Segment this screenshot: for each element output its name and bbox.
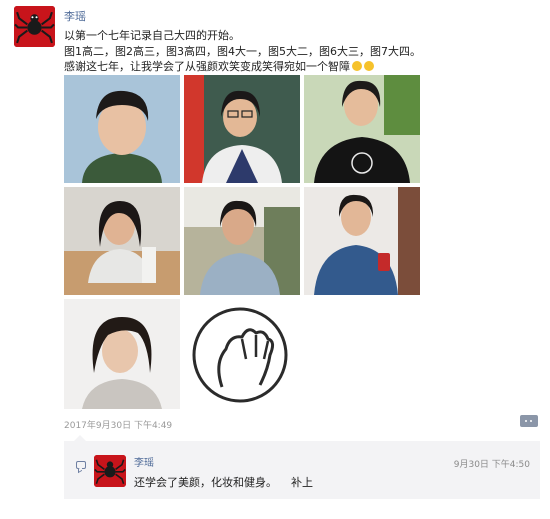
comment-text: 还学会了美颜，化妆和健身。 补上 [134, 476, 313, 489]
photo-2[interactable] [184, 75, 300, 183]
more-dots-icon[interactable] [520, 415, 538, 427]
post-text-line-3: 感谢这七年，让我学会了从强颜欢笑变成笑得宛如一个智障 [64, 58, 374, 74]
post-text-line-2: 图1高二，图2高三，图3高四，图4大一，图5大二，图6大三，图7大四。 [64, 45, 421, 58]
spider-avatar-icon [14, 6, 55, 47]
author-name[interactable]: 李瑶 [64, 8, 86, 24]
grin-emoji-icon [352, 61, 362, 71]
commenter-avatar[interactable] [94, 455, 126, 487]
photo-4[interactable] [64, 187, 180, 295]
commenter-name[interactable]: 李瑶 [134, 454, 154, 469]
grin-emoji-icon [364, 61, 374, 71]
author-avatar[interactable] [14, 6, 55, 47]
post-text-line-3-text: 感谢这七年，让我学会了从强颜欢笑变成笑得宛如一个智障 [64, 60, 350, 73]
comment-bubble-icon [76, 461, 86, 469]
photo-3[interactable] [304, 75, 420, 183]
comment-timestamp: 9月30日 下午4:50 [453, 460, 530, 470]
spider-avatar-icon [94, 455, 126, 487]
photo-6[interactable] [304, 187, 420, 295]
photo-5[interactable] [184, 187, 300, 295]
post-timestamp: 2017年9月30日 下午4:49 [64, 421, 173, 431]
photo-1[interactable] [64, 75, 180, 183]
post-text-line-1: 以第一个七年记录自己大四的开始。 [64, 29, 240, 42]
facepalm-sticker-icon [184, 299, 300, 409]
photo-8[interactable] [184, 299, 300, 409]
photo-7[interactable] [64, 299, 180, 409]
comment-section: 李瑶 9月30日 下午4:50 还学会了美颜，化妆和健身。 补上 [64, 435, 540, 499]
